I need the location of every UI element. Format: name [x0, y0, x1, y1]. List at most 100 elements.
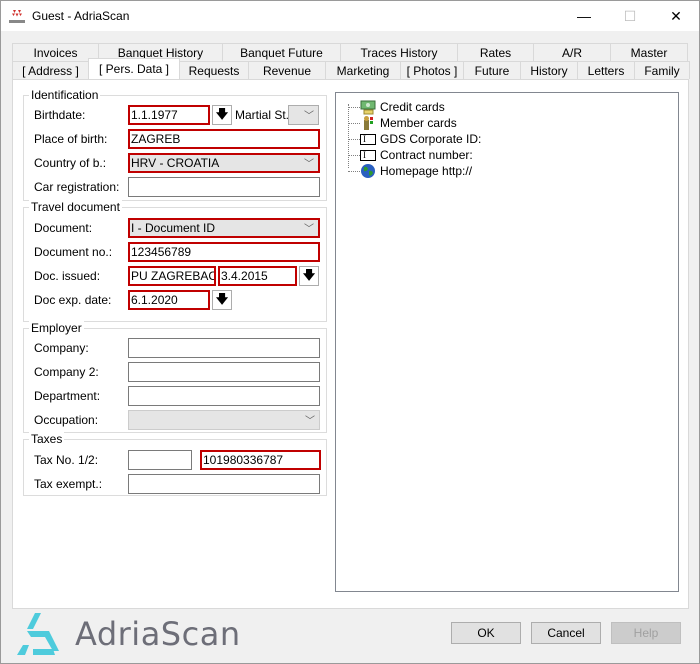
- tab-future[interactable]: Future: [463, 61, 521, 79]
- pers-data-panel: Identification Birthdate: 1.1.1977 🡇 Mar…: [12, 79, 689, 609]
- close-icon: ✕: [670, 7, 682, 24]
- car-registration-input[interactable]: [128, 177, 320, 197]
- title-bar: Guest - AdriaScan — ☐ ✕: [1, 1, 699, 31]
- adriascan-logo: AdriaScan: [13, 611, 241, 657]
- travel-document-group: Travel document Document: I - Document I…: [23, 200, 327, 322]
- marital-status-label: Martial St.: [235, 108, 290, 122]
- tab-photos[interactable]: [ Photos ]: [400, 61, 464, 79]
- doc-issued-date-input[interactable]: 3.4.2015: [218, 266, 297, 286]
- birthdate-picker-button[interactable]: 🡇: [212, 105, 232, 125]
- car-registration-label: Car registration:: [34, 180, 120, 194]
- place-of-birth-label: Place of birth:: [34, 132, 108, 146]
- tree-item-credit-cards[interactable]: Credit cards: [348, 99, 445, 115]
- chevron-down-icon: ﹀: [304, 111, 314, 122]
- tab-family[interactable]: Family: [634, 61, 690, 79]
- tab-ar[interactable]: A/R: [533, 43, 611, 61]
- text-field-icon: I: [360, 147, 376, 163]
- employer-title: Employer: [29, 321, 84, 335]
- adriascan-logo-icon: [17, 613, 59, 655]
- tree-item-label: Credit cards: [380, 100, 445, 114]
- marital-status-select[interactable]: ﹀: [288, 105, 319, 125]
- identification-title: Identification: [29, 88, 101, 102]
- tab-master[interactable]: Master: [610, 43, 688, 61]
- tree-item-label: Contract number:: [380, 148, 473, 162]
- tab-rates[interactable]: Rates: [457, 43, 534, 61]
- tree-item-label: Homepage http://: [380, 164, 473, 178]
- company2-input[interactable]: [128, 362, 320, 382]
- help-button[interactable]: Help: [611, 622, 681, 644]
- window-title: Guest - AdriaScan: [32, 9, 130, 23]
- tab-revenue[interactable]: Revenue: [248, 61, 326, 79]
- chevron-down-icon: ﹀: [304, 224, 314, 235]
- doc-exp-date-input[interactable]: 6.1.2020: [128, 290, 210, 310]
- travel-document-title: Travel document: [29, 200, 122, 214]
- taxes-title: Taxes: [29, 432, 65, 446]
- tree-item-label: Member cards: [380, 116, 457, 130]
- doc-issued-label: Doc. issued:: [34, 269, 101, 283]
- tax-exempt-input[interactable]: [128, 474, 320, 494]
- taxes-group: Taxes Tax No. 1/2: 101980336787 Tax exem…: [23, 432, 327, 496]
- ok-button[interactable]: OK: [451, 622, 521, 644]
- tab-address[interactable]: [ Address ]: [12, 61, 89, 79]
- globe-icon: [360, 163, 376, 179]
- occupation-label: Occupation:: [34, 413, 99, 427]
- department-input[interactable]: [128, 386, 320, 406]
- employer-group: Employer Company: Company 2: Department:…: [23, 321, 327, 433]
- minimize-icon: —: [577, 8, 591, 24]
- tab-letters[interactable]: Letters: [577, 61, 635, 79]
- document-select[interactable]: I - Document ID ﹀: [128, 218, 320, 238]
- maximize-icon: ☐: [623, 7, 637, 24]
- company-label: Company:: [34, 341, 89, 355]
- tab-row-2: [ Address ] [ Pers. Data ] Requests Reve…: [12, 58, 690, 79]
- info-tree-view[interactable]: Credit cards Member cards I GDS Corporat…: [335, 92, 679, 592]
- tree-item-member-cards[interactable]: Member cards: [348, 115, 457, 131]
- department-label: Department:: [34, 389, 101, 403]
- protel-logo-icon: [9, 10, 25, 23]
- tax-number-1-input[interactable]: [128, 450, 192, 470]
- place-of-birth-input[interactable]: ZAGREB: [128, 129, 320, 149]
- chevron-down-icon: ﹀: [305, 416, 315, 427]
- tab-traces-history[interactable]: Traces History: [340, 43, 458, 61]
- guest-window: Guest - AdriaScan — ☐ ✕ Invoices Banquet…: [0, 0, 700, 664]
- company2-label: Company 2:: [34, 365, 99, 379]
- occupation-select[interactable]: ﹀: [128, 410, 320, 430]
- doc-issued-date-picker-button[interactable]: 🡇: [299, 266, 319, 286]
- arrow-down-icon: 🡇: [215, 291, 229, 306]
- arrow-down-icon: 🡇: [215, 106, 229, 121]
- maximize-button[interactable]: ☐: [607, 1, 653, 31]
- tab-banquet-future[interactable]: Banquet Future: [222, 43, 341, 61]
- tax-number-2-input[interactable]: 101980336787: [200, 450, 321, 470]
- birthdate-input[interactable]: 1.1.1977: [128, 105, 210, 125]
- tab-requests[interactable]: Requests: [179, 61, 249, 79]
- tree-item-label: GDS Corporate ID:: [380, 132, 482, 146]
- tab-pers-data[interactable]: [ Pers. Data ]: [88, 58, 180, 79]
- birthdate-label: Birthdate:: [34, 108, 86, 122]
- close-button[interactable]: ✕: [653, 1, 699, 31]
- minimize-button[interactable]: —: [561, 1, 607, 31]
- identification-group: Identification Birthdate: 1.1.1977 🡇 Mar…: [23, 88, 327, 201]
- cancel-button[interactable]: Cancel: [531, 622, 601, 644]
- tab-marketing[interactable]: Marketing: [325, 61, 401, 79]
- credit-card-icon: [360, 99, 376, 115]
- doc-exp-date-label: Doc exp. date:: [34, 293, 112, 307]
- tax-exempt-label: Tax exempt.:: [34, 477, 103, 491]
- tax-number-label: Tax No. 1/2:: [34, 453, 99, 467]
- company-input[interactable]: [128, 338, 320, 358]
- country-of-birth-select[interactable]: HRV - CROATIA ﹀: [128, 153, 320, 173]
- tab-invoices[interactable]: Invoices: [12, 43, 99, 61]
- tree-item-homepage[interactable]: Homepage http://: [348, 163, 472, 179]
- member-card-icon: [360, 115, 376, 131]
- doc-exp-date-picker-button[interactable]: 🡇: [212, 290, 232, 310]
- adriascan-logo-text: AdriaScan: [75, 615, 241, 653]
- chevron-down-icon: ﹀: [304, 159, 314, 170]
- text-field-icon: I: [360, 131, 376, 147]
- tab-history[interactable]: History: [520, 61, 578, 79]
- tree-item-contract-number[interactable]: I Contract number:: [348, 147, 473, 163]
- document-number-label: Document no.:: [34, 245, 113, 259]
- arrow-down-icon: 🡇: [302, 267, 316, 282]
- document-number-input[interactable]: 123456789: [128, 242, 320, 262]
- doc-issued-place-input[interactable]: PU ZAGREBACK: [128, 266, 216, 286]
- document-label: Document:: [34, 221, 93, 235]
- country-of-birth-label: Country of b.:: [34, 156, 107, 170]
- tree-item-gds-corporate-id[interactable]: I GDS Corporate ID:: [348, 131, 481, 147]
